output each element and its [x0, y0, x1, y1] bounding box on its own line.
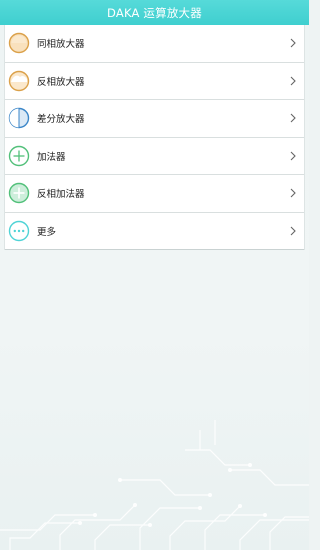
menu-item-label: 反相放大器 [37, 76, 85, 88]
page-title: DAKA 运算放大器 [107, 5, 202, 20]
menu-list: 同相放大器 反相放大器 差分放大器 加法器 反相加法器 更多 [4, 25, 305, 250]
chevron-right-icon [286, 186, 300, 200]
menu-item-noninverting-amplifier[interactable]: 同相放大器 [5, 25, 304, 63]
more-icon [8, 220, 30, 242]
menu-item-label: 更多 [37, 226, 57, 238]
menu-item-label: 同相放大器 [37, 39, 85, 51]
menu-item-more[interactable]: 更多 [5, 213, 304, 250]
differential-amplifier-icon [8, 107, 30, 129]
menu-item-label: 反相加法器 [37, 189, 85, 201]
chevron-right-icon [286, 111, 300, 125]
app-screen: DAKA 运算放大器 同相放大器 反相放大器 差分放大器 加法器 反相加法器 更… [0, 0, 309, 550]
inverting-adder-icon [8, 182, 30, 204]
chevron-right-icon [286, 224, 300, 238]
menu-item-differential-amplifier[interactable]: 差分放大器 [5, 100, 304, 138]
adder-icon [8, 145, 30, 167]
menu-item-label: 差分放大器 [37, 114, 85, 126]
noninverting-amplifier-icon [8, 32, 30, 54]
chevron-right-icon [286, 36, 300, 50]
chevron-right-icon [286, 149, 300, 163]
menu-item-inverting-amplifier[interactable]: 反相放大器 [5, 63, 304, 100]
title-bar: DAKA 运算放大器 [0, 0, 309, 25]
inverting-amplifier-icon [8, 70, 30, 92]
chevron-right-icon [286, 74, 300, 88]
menu-item-label: 加法器 [37, 151, 66, 163]
menu-item-inverting-adder[interactable]: 反相加法器 [5, 175, 304, 213]
circuit-background-decoration [0, 420, 309, 550]
menu-item-adder[interactable]: 加法器 [5, 138, 304, 175]
